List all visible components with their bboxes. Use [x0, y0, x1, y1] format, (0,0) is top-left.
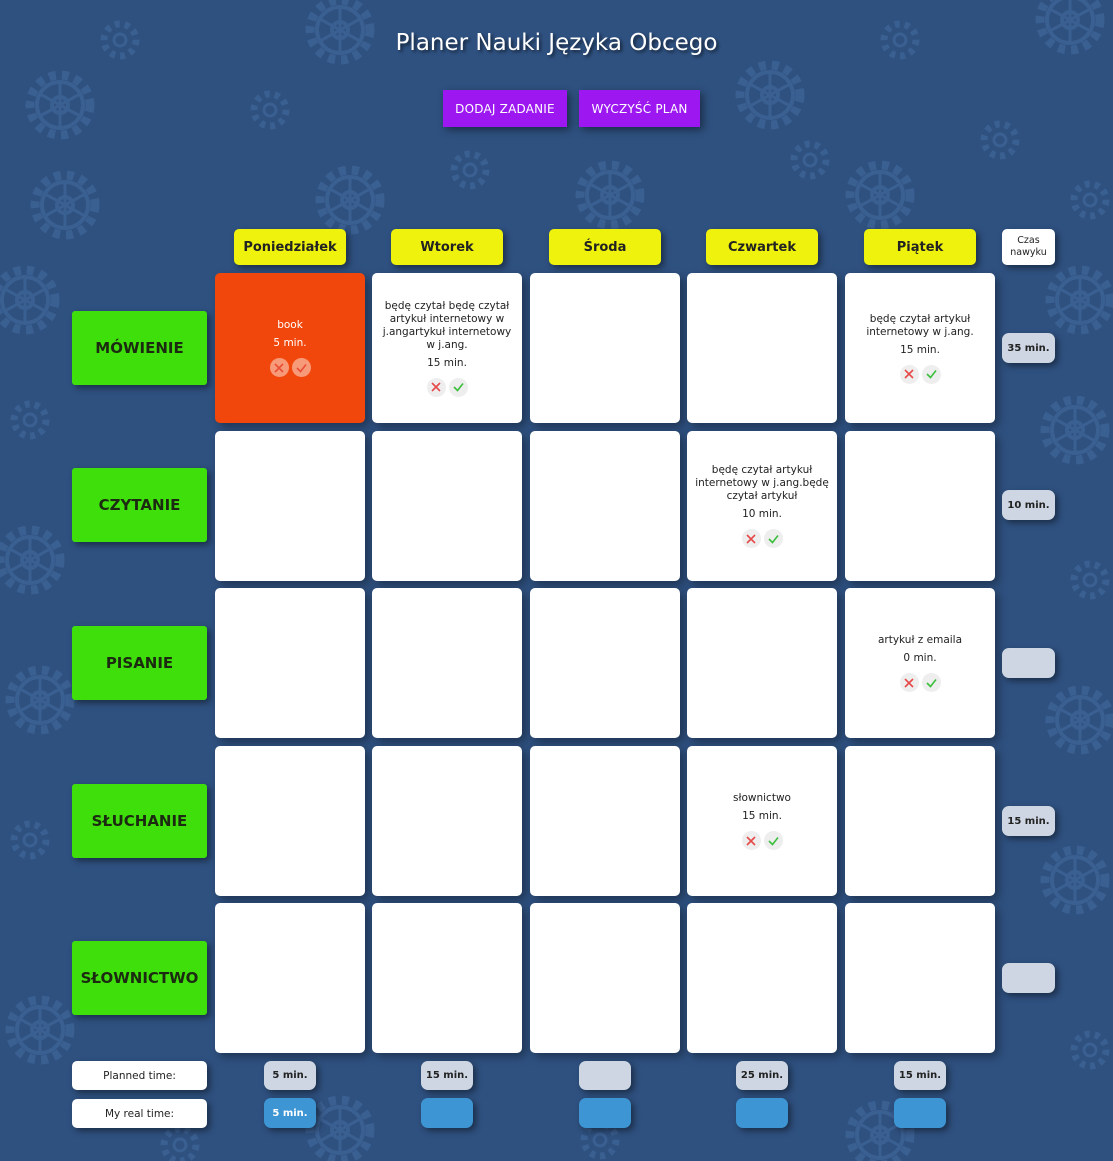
- day-header-friday: Piątek: [864, 229, 976, 265]
- cell-reading-friday[interactable]: [845, 431, 995, 581]
- planned-time-wednesday: [579, 1061, 631, 1090]
- habit-time-speaking: 35 min.: [1002, 333, 1055, 363]
- cell-listening-tuesday[interactable]: [372, 746, 522, 896]
- task-card: będę czytał będę czytał artykuł internet…: [377, 300, 517, 397]
- real-time-tuesday[interactable]: [421, 1098, 473, 1128]
- cell-reading-wednesday[interactable]: [530, 431, 680, 581]
- cell-listening-thursday[interactable]: słownictwo 15 min.: [687, 746, 837, 896]
- habit-header-line1: Czas: [1017, 235, 1040, 246]
- task-time: 15 min.: [427, 356, 467, 369]
- cell-vocabulary-monday[interactable]: [215, 903, 365, 1053]
- planned-time-monday: 5 min.: [264, 1061, 316, 1090]
- day-header-tuesday: Wtorek: [391, 229, 503, 265]
- cell-writing-monday[interactable]: [215, 588, 365, 738]
- cell-reading-monday[interactable]: [215, 431, 365, 581]
- check-icon[interactable]: [921, 364, 941, 384]
- cell-reading-tuesday[interactable]: [372, 431, 522, 581]
- task-card: będę czytał artykuł internetowy w j.ang.…: [850, 313, 990, 384]
- real-time-thursday[interactable]: [736, 1098, 788, 1128]
- task-time: 5 min.: [273, 337, 307, 349]
- check-icon[interactable]: [448, 377, 468, 397]
- day-header-wednesday: Środa: [549, 229, 661, 265]
- task-time: 15 min.: [742, 810, 782, 822]
- skill-label-listening: SŁUCHANIE: [72, 784, 207, 858]
- cell-vocabulary-tuesday[interactable]: [372, 903, 522, 1053]
- clear-plan-button[interactable]: WYCZYŚĆ PLAN: [579, 90, 700, 127]
- cell-speaking-thursday[interactable]: [687, 273, 837, 423]
- cell-listening-friday[interactable]: [845, 746, 995, 896]
- task-card: słownictwo 15 min.: [692, 792, 832, 850]
- real-time-label: My real time:: [72, 1099, 207, 1128]
- cell-listening-wednesday[interactable]: [530, 746, 680, 896]
- close-icon[interactable]: [269, 358, 289, 377]
- task-text: będę czytał artykuł internetowy w j.ang.: [866, 312, 974, 338]
- habit-time-writing: [1002, 648, 1055, 678]
- task-text: będę czytał będę czytał artykuł internet…: [382, 299, 512, 351]
- task-time: 15 min.: [900, 343, 940, 356]
- close-icon[interactable]: [899, 673, 919, 692]
- check-icon[interactable]: [763, 529, 783, 548]
- check-icon[interactable]: [291, 358, 311, 377]
- close-icon[interactable]: [426, 377, 446, 397]
- real-time-wednesday[interactable]: [579, 1098, 631, 1128]
- task-card: book 5 min.: [220, 319, 360, 377]
- day-header-thursday: Czwartek: [706, 229, 818, 265]
- task-card: artykuł z emaila 0 min.: [850, 634, 990, 692]
- cell-vocabulary-friday[interactable]: [845, 903, 995, 1053]
- check-icon[interactable]: [763, 831, 783, 850]
- cell-speaking-wednesday[interactable]: [530, 273, 680, 423]
- task-time: 10 min.: [742, 508, 782, 520]
- cell-listening-monday[interactable]: [215, 746, 365, 896]
- cell-speaking-monday[interactable]: book 5 min.: [215, 273, 365, 423]
- real-time-monday[interactable]: 5 min.: [264, 1098, 316, 1128]
- cell-writing-friday[interactable]: artykuł z emaila 0 min.: [845, 588, 995, 738]
- habit-time-vocabulary: [1002, 963, 1055, 993]
- habit-time-header: Czas nawyku: [1002, 229, 1055, 265]
- cell-speaking-friday[interactable]: będę czytał artykuł internetowy w j.ang.…: [845, 273, 995, 423]
- skill-label-writing: PISANIE: [72, 626, 207, 700]
- cell-writing-thursday[interactable]: [687, 588, 837, 738]
- day-header-monday: Poniedziałek: [234, 229, 346, 265]
- close-icon[interactable]: [741, 529, 761, 548]
- cell-vocabulary-wednesday[interactable]: [530, 903, 680, 1053]
- planned-time-thursday: 25 min.: [736, 1061, 788, 1090]
- real-time-friday[interactable]: [894, 1098, 946, 1128]
- task-text: będę czytał artykuł internetowy w j.ang.…: [695, 464, 829, 502]
- close-icon[interactable]: [899, 364, 919, 384]
- task-text: słownictwo: [733, 792, 791, 804]
- task-time: 0 min.: [903, 652, 937, 664]
- cell-writing-tuesday[interactable]: [372, 588, 522, 738]
- task-text: book: [277, 319, 303, 331]
- close-icon[interactable]: [741, 831, 761, 850]
- planned-time-label: Planned time:: [72, 1061, 207, 1090]
- skill-label-speaking: MÓWIENIE: [72, 311, 207, 385]
- planned-time-friday: 15 min.: [894, 1061, 946, 1090]
- habit-time-listening: 15 min.: [1002, 806, 1055, 836]
- add-task-button[interactable]: DODAJ ZADANIE: [443, 90, 567, 127]
- habit-header-line2: nawyku: [1010, 247, 1047, 258]
- task-text: artykuł z emaila: [877, 634, 963, 646]
- cell-speaking-tuesday[interactable]: będę czytał będę czytał artykuł internet…: [372, 273, 522, 423]
- habit-time-reading: 10 min.: [1002, 490, 1055, 520]
- skill-label-reading: CZYTANIE: [72, 468, 207, 542]
- page-title: Planer Nauki Języka Obcego: [395, 30, 718, 56]
- cell-reading-thursday[interactable]: będę czytał artykuł internetowy w j.ang.…: [687, 431, 837, 581]
- task-card: będę czytał artykuł internetowy w j.ang.…: [692, 464, 832, 548]
- cell-writing-wednesday[interactable]: [530, 588, 680, 738]
- skill-label-vocabulary: SŁOWNICTWO: [72, 941, 207, 1015]
- check-icon[interactable]: [921, 673, 941, 692]
- cell-vocabulary-thursday[interactable]: [687, 903, 837, 1053]
- planned-time-tuesday: 15 min.: [421, 1061, 473, 1090]
